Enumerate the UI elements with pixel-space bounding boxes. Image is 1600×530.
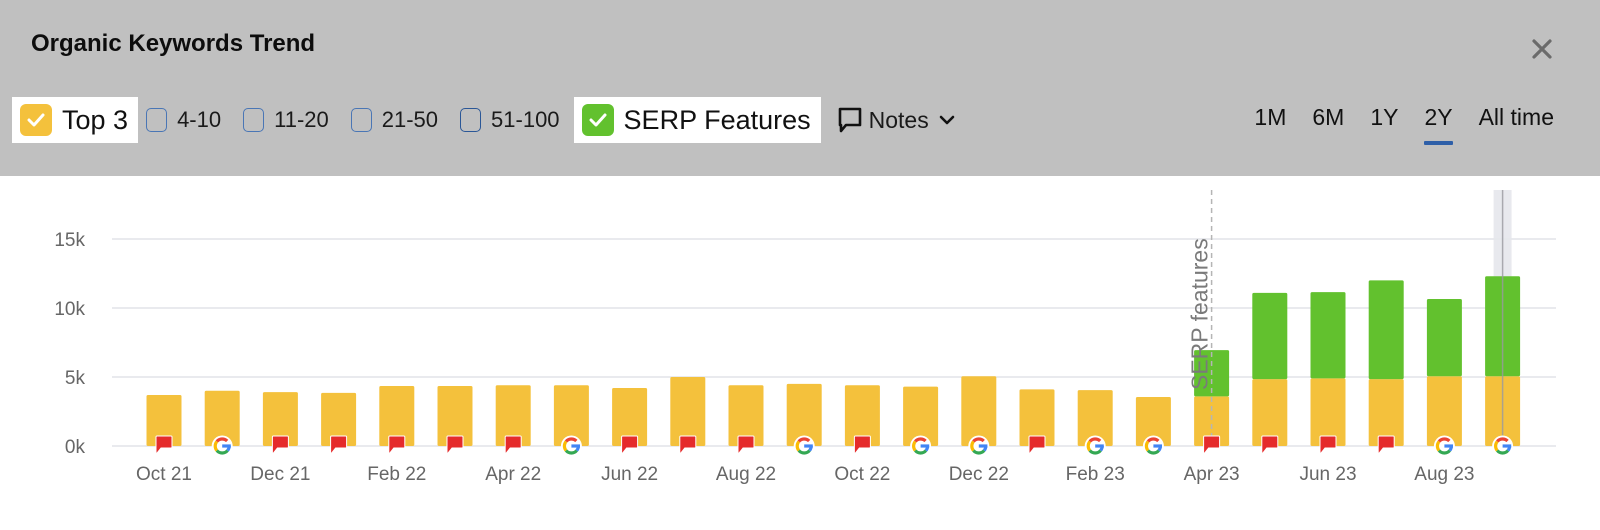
google-update-icon <box>1084 435 1106 457</box>
x-tick-label: Apr 22 <box>485 464 541 485</box>
x-tick-label: Oct 22 <box>834 464 890 485</box>
google-update-icon <box>1433 435 1455 457</box>
close-button[interactable] <box>1530 37 1554 61</box>
filter-top-3[interactable]: Top 3 <box>12 97 139 143</box>
note-flag-icon <box>271 435 289 454</box>
bar-serp-features <box>1368 280 1404 380</box>
position-filters: Top 3 4-10 11-20 21-50 51-100 SERP Featu… <box>12 96 955 144</box>
widget-title: Organic Keywords Trend <box>31 30 316 57</box>
note-flag-icon <box>853 435 871 454</box>
chevron-down-icon <box>939 115 955 125</box>
note-flag-icon <box>1203 435 1221 454</box>
bar-serp-features <box>1252 292 1288 380</box>
filter-11-20[interactable]: 11-20 <box>243 97 329 143</box>
range-1y[interactable]: 1Y <box>1370 104 1398 139</box>
filter-label: 4-10 <box>177 107 222 132</box>
checkbox-51-100[interactable] <box>460 108 482 132</box>
x-tick-label: Aug 22 <box>716 464 776 485</box>
google-update-icon <box>560 435 582 457</box>
google-update-icon <box>1142 435 1164 457</box>
note-flag-icon <box>621 435 639 454</box>
close-icon <box>1532 39 1552 59</box>
keywords-trend-chart: 0k 5k 10k 15k SERP features Oct 21 Dec 21 Feb 2… <box>0 176 1600 530</box>
note-flag-icon <box>1319 435 1337 454</box>
x-tick-label: Feb 22 <box>367 464 426 485</box>
note-flag-icon <box>1261 435 1279 454</box>
notes-dropdown[interactable]: Notes <box>837 106 955 134</box>
range-1m[interactable]: 1M <box>1254 104 1286 139</box>
filter-label: 11-20 <box>274 107 329 132</box>
filter-51-100[interactable]: 51-100 <box>460 97 560 143</box>
filter-4-10[interactable]: 4-10 <box>146 97 221 143</box>
x-tick-label: Aug 23 <box>1414 464 1474 485</box>
note-flag-icon <box>388 435 406 454</box>
filter-serp-features[interactable]: SERP Features <box>573 97 821 143</box>
note-flag-icon <box>737 435 755 454</box>
y-tick-label: 5k <box>65 368 86 389</box>
filter-label: Top 3 <box>62 104 129 135</box>
y-tick-label: 0k <box>65 437 86 458</box>
bar-serp-features <box>1310 292 1346 379</box>
google-update-icon <box>1492 435 1514 457</box>
x-tick-label: Jun 23 <box>1299 464 1356 485</box>
checkmark-icon <box>27 113 45 127</box>
checkbox-serp-features[interactable] <box>581 104 614 136</box>
x-tick-label: Apr 23 <box>1184 464 1240 485</box>
annotation-label: SERP features <box>1187 238 1213 390</box>
note-flag-icon <box>504 435 522 454</box>
range-2y[interactable]: 2Y <box>1424 104 1453 145</box>
chart-svg: 0k 5k 10k 15k SERP features Oct 21 Dec 21 Feb 2… <box>54 190 1556 485</box>
y-tick-label: 10k <box>54 299 85 320</box>
checkbox-11-20[interactable] <box>243 108 265 132</box>
x-tick-label: Oct 21 <box>136 464 192 485</box>
notes-label: Notes <box>868 106 929 133</box>
google-update-icon <box>968 435 990 457</box>
x-tick-label: Feb 23 <box>1066 464 1125 485</box>
filter-label: 51-100 <box>491 107 560 132</box>
y-tick-label: 15k <box>54 230 85 251</box>
google-update-icon <box>910 435 932 457</box>
filter-label: SERP Features <box>623 104 811 135</box>
x-tick-label: Dec 22 <box>949 464 1009 485</box>
range-all-time[interactable]: All time <box>1479 104 1554 139</box>
filter-21-50[interactable]: 21-50 <box>350 97 439 143</box>
note-flag-icon <box>1028 435 1046 454</box>
checkmark-icon <box>589 113 607 127</box>
filter-label: 21-50 <box>381 107 439 132</box>
checkbox-4-10[interactable] <box>146 108 168 132</box>
x-tick-label: Dec 21 <box>250 464 310 485</box>
date-range-tabs: 1M 6M 1Y 2Y All time <box>1228 104 1554 145</box>
speech-bubble-icon <box>838 107 861 133</box>
bar-serp-features <box>1426 299 1462 377</box>
note-flag-icon <box>330 435 348 454</box>
widget-header: Organic Keywords Trend Top 3 4-10 11-20 … <box>0 0 1600 176</box>
note-flag-icon <box>446 435 464 454</box>
range-6m[interactable]: 6M <box>1312 104 1344 139</box>
note-flag-icon <box>1377 435 1395 454</box>
note-flag-icon <box>679 435 697 454</box>
google-update-icon <box>793 435 815 457</box>
note-flag-icon <box>155 435 173 454</box>
checkbox-top-3[interactable] <box>20 104 52 136</box>
google-update-icon <box>211 435 233 457</box>
x-tick-label: Jun 22 <box>601 464 658 485</box>
checkbox-21-50[interactable] <box>350 108 372 132</box>
